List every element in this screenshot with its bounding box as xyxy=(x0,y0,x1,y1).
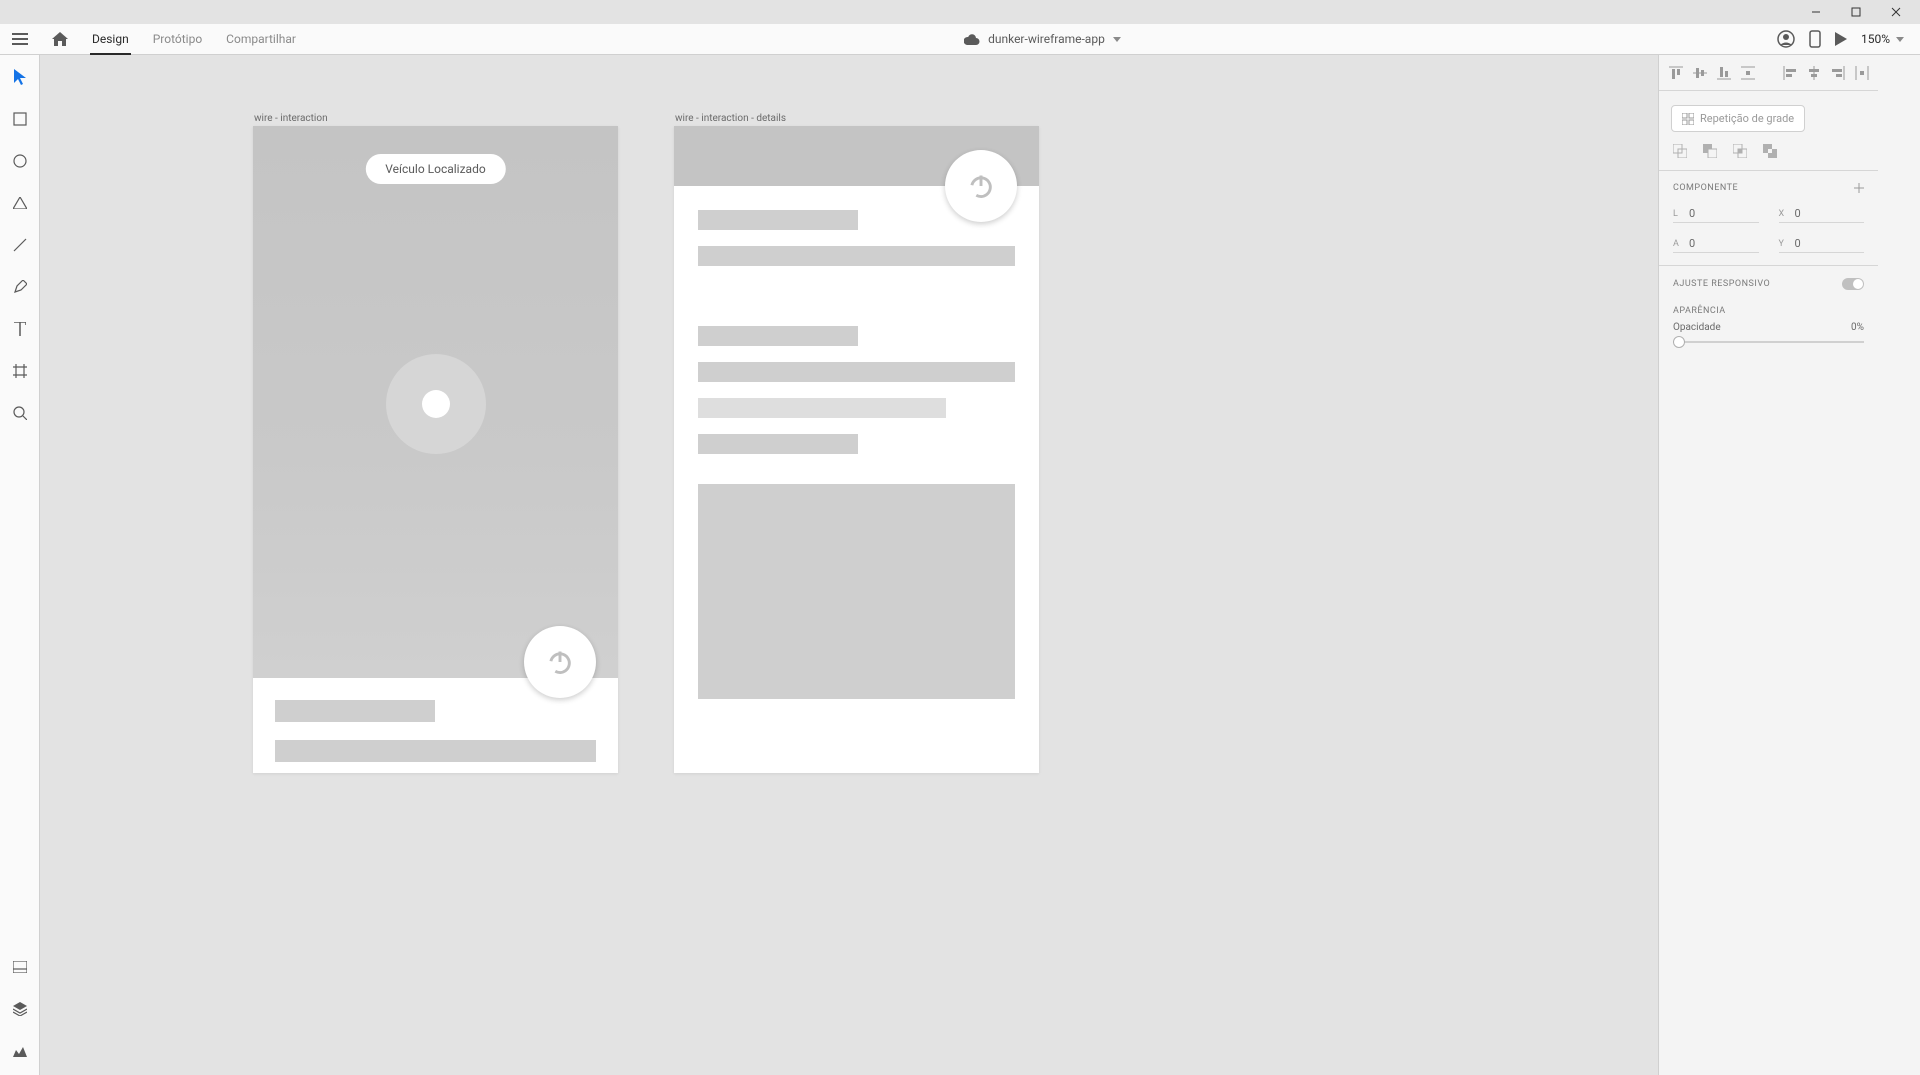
cloud-icon xyxy=(964,34,980,45)
line-tool[interactable] xyxy=(8,233,32,257)
boolean-exclude-icon[interactable] xyxy=(1763,144,1777,158)
artboard-label[interactable]: wire - interaction xyxy=(254,113,328,124)
document-title[interactable]: dunker-wireframe-app xyxy=(308,32,1777,46)
window-close-button[interactable] xyxy=(1876,0,1916,24)
menu-button[interactable] xyxy=(0,24,40,54)
align-left-icon[interactable] xyxy=(1783,66,1797,80)
height-field[interactable]: A0 xyxy=(1673,237,1759,253)
align-bottom-icon[interactable] xyxy=(1717,66,1731,80)
transform-controls: L0 X0 A0 Y0 xyxy=(1673,207,1864,253)
tab-prototype[interactable]: Protótipo xyxy=(141,24,214,54)
bottom-card xyxy=(253,678,618,784)
device-preview-icon[interactable] xyxy=(1809,30,1821,48)
properties-panel: Repetição de grade COMPONENTE L0 X0 A0 Y… xyxy=(1658,55,1920,1075)
repeat-grid-button[interactable]: Repetição de grade xyxy=(1671,105,1805,132)
responsive-section: AJUSTE RESPONSIVO xyxy=(1659,265,1878,302)
assets-panel-button[interactable] xyxy=(8,955,32,979)
placeholder-bar xyxy=(698,362,1015,382)
opacity-slider[interactable] xyxy=(1673,341,1864,343)
boolean-subtract-icon[interactable] xyxy=(1703,144,1717,158)
power-icon xyxy=(967,172,995,200)
layers-panel-button[interactable] xyxy=(8,997,32,1021)
placeholder-bar xyxy=(698,434,858,454)
plugins-panel-button[interactable] xyxy=(8,1039,32,1063)
align-controls xyxy=(1659,55,1878,91)
text-tool[interactable] xyxy=(8,317,32,341)
placeholder-bar xyxy=(698,398,946,418)
window-minimize-button[interactable] xyxy=(1796,0,1836,24)
chevron-down-icon xyxy=(1896,37,1904,42)
repeat-grid-label: Repetição de grade xyxy=(1700,112,1794,125)
placeholder-image xyxy=(698,484,1015,699)
distribute-h-icon[interactable] xyxy=(1855,66,1869,80)
zoom-tool[interactable] xyxy=(8,401,32,425)
responsive-toggle[interactable] xyxy=(1842,278,1864,290)
ellipse-tool[interactable] xyxy=(8,149,32,173)
align-vcenter-icon[interactable] xyxy=(1693,66,1707,80)
slider-thumb[interactable] xyxy=(1673,336,1685,348)
y-field[interactable]: Y0 xyxy=(1779,237,1865,253)
user-icon[interactable] xyxy=(1777,30,1795,48)
tab-share[interactable]: Compartilhar xyxy=(214,24,308,54)
zoom-control[interactable]: 150% xyxy=(1861,32,1904,46)
chevron-down-icon xyxy=(1113,37,1121,42)
placeholder-bar xyxy=(698,210,858,230)
details-body xyxy=(674,186,1039,723)
artboard-wire-interaction-details[interactable] xyxy=(674,126,1039,773)
window-titlebar xyxy=(0,0,1920,24)
artboard-tool[interactable] xyxy=(8,359,32,383)
location-marker xyxy=(386,354,486,454)
select-tool[interactable] xyxy=(8,65,32,89)
placeholder-bar xyxy=(275,740,596,762)
appearance-section: APARÊNCIA Opacidade 0% xyxy=(1659,302,1878,355)
rectangle-tool[interactable] xyxy=(8,107,32,131)
header-right-controls: 150% xyxy=(1777,30,1920,48)
tab-design[interactable]: Design xyxy=(80,24,141,54)
canvas[interactable]: wire - interaction Veículo Localizado wi… xyxy=(40,55,1658,1075)
placeholder-bar xyxy=(698,246,1015,266)
distribute-v-icon[interactable] xyxy=(1741,66,1755,80)
artboard-label[interactable]: wire - interaction - details xyxy=(675,113,786,124)
placeholder-bar xyxy=(698,326,858,346)
add-component-icon[interactable] xyxy=(1854,183,1864,193)
responsive-title: AJUSTE RESPONSIVO xyxy=(1673,279,1770,289)
mode-tabs: Design Protótipo Compartilhar xyxy=(80,24,308,54)
status-pill: Veículo Localizado xyxy=(365,154,505,184)
repeat-grid-icon xyxy=(1682,113,1694,125)
polygon-tool[interactable] xyxy=(8,191,32,215)
component-title: COMPONENTE xyxy=(1673,183,1738,193)
home-button[interactable] xyxy=(40,24,80,54)
align-hcenter-icon[interactable] xyxy=(1807,66,1821,80)
power-fab-button[interactable] xyxy=(945,150,1017,222)
power-icon xyxy=(546,648,574,676)
zoom-value: 150% xyxy=(1861,32,1890,46)
component-section: COMPONENTE L0 X0 A0 Y0 xyxy=(1659,170,1878,265)
appearance-title: APARÊNCIA xyxy=(1673,306,1726,316)
window-maximize-button[interactable] xyxy=(1836,0,1876,24)
map-placeholder: Veículo Localizado xyxy=(253,126,618,678)
opacity-value: 0% xyxy=(1851,322,1864,333)
width-field[interactable]: L0 xyxy=(1673,207,1759,223)
boolean-add-icon[interactable] xyxy=(1673,144,1687,158)
app-header: Design Protótipo Compartilhar dunker-wir… xyxy=(0,24,1920,55)
pen-tool[interactable] xyxy=(8,275,32,299)
left-toolbar xyxy=(0,55,40,1075)
placeholder-bar xyxy=(275,700,435,722)
artboard-wire-interaction[interactable]: Veículo Localizado xyxy=(253,126,618,773)
align-top-icon[interactable] xyxy=(1669,66,1683,80)
opacity-label: Opacidade xyxy=(1673,322,1721,333)
boolean-operations xyxy=(1659,140,1878,170)
x-field[interactable]: X0 xyxy=(1779,207,1865,223)
document-title-label: dunker-wireframe-app xyxy=(988,32,1105,46)
align-right-icon[interactable] xyxy=(1831,66,1845,80)
play-icon[interactable] xyxy=(1835,32,1847,46)
boolean-intersect-icon[interactable] xyxy=(1733,144,1747,158)
